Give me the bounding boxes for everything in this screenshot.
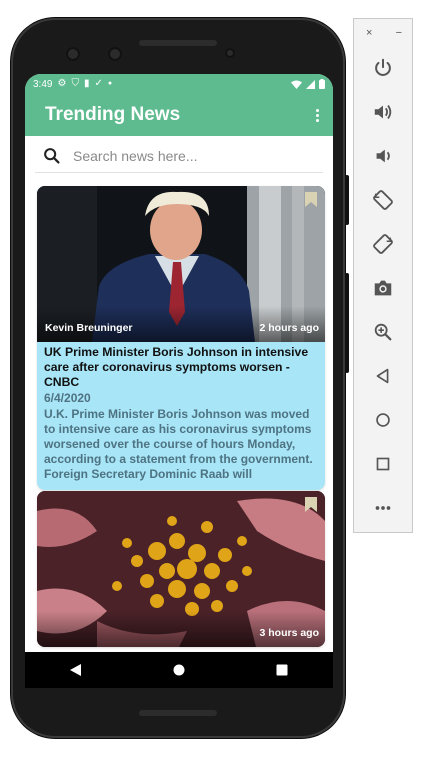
earpiece-speaker bbox=[139, 40, 217, 46]
dot-icon: ● bbox=[107, 80, 113, 87]
article-image: 3 hours ago bbox=[37, 491, 325, 647]
page-title: Trending News bbox=[45, 104, 181, 125]
back-icon bbox=[70, 664, 82, 676]
app-screen: 3:49 ⚙ ⛉ ▮ ✓ ● Trending News Search news… bbox=[25, 74, 333, 688]
search-input[interactable] bbox=[71, 147, 315, 165]
search-icon bbox=[44, 148, 60, 164]
emulator-toolbar: × − bbox=[353, 18, 413, 533]
volume-down-icon bbox=[376, 149, 390, 163]
home-button[interactable] bbox=[164, 655, 194, 685]
app-toolbar: Trending News bbox=[25, 94, 333, 136]
home-icon bbox=[376, 413, 390, 427]
emulator-overview-button[interactable] bbox=[354, 449, 412, 479]
close-icon[interactable]: × bbox=[366, 27, 372, 39]
power-side-button bbox=[345, 175, 349, 225]
camera-icon bbox=[374, 280, 392, 296]
bottom-speaker bbox=[139, 710, 217, 716]
article-author: Kevin Breuninger bbox=[45, 322, 133, 334]
bookmark-icon[interactable] bbox=[305, 192, 317, 207]
sd-card-icon: ▮ bbox=[83, 78, 90, 89]
power-button[interactable] bbox=[354, 53, 412, 83]
rotate-right-icon bbox=[373, 234, 393, 254]
status-bar: 3:49 ⚙ ⛉ ▮ ✓ ● bbox=[25, 74, 333, 94]
zoom-button[interactable] bbox=[354, 317, 412, 347]
more-button[interactable] bbox=[354, 493, 412, 523]
signal-icon bbox=[306, 79, 315, 89]
search-bar bbox=[35, 140, 323, 173]
sensor-icon bbox=[108, 47, 122, 61]
article-description: U.K. Prime Minister Boris Johnson was mo… bbox=[44, 407, 313, 481]
rotate-left-button[interactable] bbox=[354, 185, 412, 215]
article-image: Kevin Breuninger 2 hours ago bbox=[37, 186, 325, 342]
power-icon bbox=[375, 58, 391, 76]
screenshot-button[interactable] bbox=[354, 273, 412, 303]
home-icon bbox=[173, 664, 185, 676]
volume-up-icon bbox=[374, 105, 392, 119]
volume-down-button[interactable] bbox=[354, 141, 412, 171]
wifi-icon bbox=[291, 80, 302, 89]
download-done-icon: ✓ bbox=[94, 78, 103, 89]
overview-icon bbox=[376, 457, 390, 471]
article-date: 6/4/2020 bbox=[44, 391, 91, 405]
shield-icon: ⛉ bbox=[71, 78, 79, 89]
overview-button[interactable] bbox=[267, 655, 297, 685]
rotate-right-button[interactable] bbox=[354, 229, 412, 259]
clock: 3:49 bbox=[33, 78, 53, 90]
more-icon bbox=[375, 506, 391, 510]
battery-icon bbox=[319, 79, 325, 89]
more-options-icon[interactable] bbox=[316, 108, 319, 122]
card-body: UK Prime Minister Boris Johnson in inten… bbox=[37, 342, 325, 490]
minimize-icon[interactable]: − bbox=[396, 27, 402, 39]
overview-icon bbox=[276, 664, 288, 676]
news-card[interactable]: 3 hours ago bbox=[37, 491, 325, 647]
emulator-back-button[interactable] bbox=[354, 361, 412, 391]
back-button[interactable] bbox=[61, 655, 91, 685]
news-card[interactable]: Kevin Breuninger 2 hours ago UK Prime Mi… bbox=[37, 186, 325, 490]
zoom-icon bbox=[374, 323, 392, 341]
system-nav-bar bbox=[25, 652, 333, 688]
article-time: 2 hours ago bbox=[259, 322, 319, 334]
front-camera-icon bbox=[66, 47, 80, 61]
volume-up-button[interactable] bbox=[354, 97, 412, 127]
rotate-left-icon bbox=[373, 190, 393, 210]
volume-side-button bbox=[345, 273, 349, 373]
emulator-home-button[interactable] bbox=[354, 405, 412, 435]
article-title: UK Prime Minister Boris Johnson in inten… bbox=[44, 345, 309, 389]
article-time: 3 hours ago bbox=[259, 627, 319, 639]
bookmark-icon[interactable] bbox=[305, 497, 317, 512]
back-icon bbox=[376, 368, 389, 384]
settings-gear-icon: ⚙ bbox=[57, 78, 67, 89]
proximity-sensor-icon bbox=[225, 48, 235, 58]
